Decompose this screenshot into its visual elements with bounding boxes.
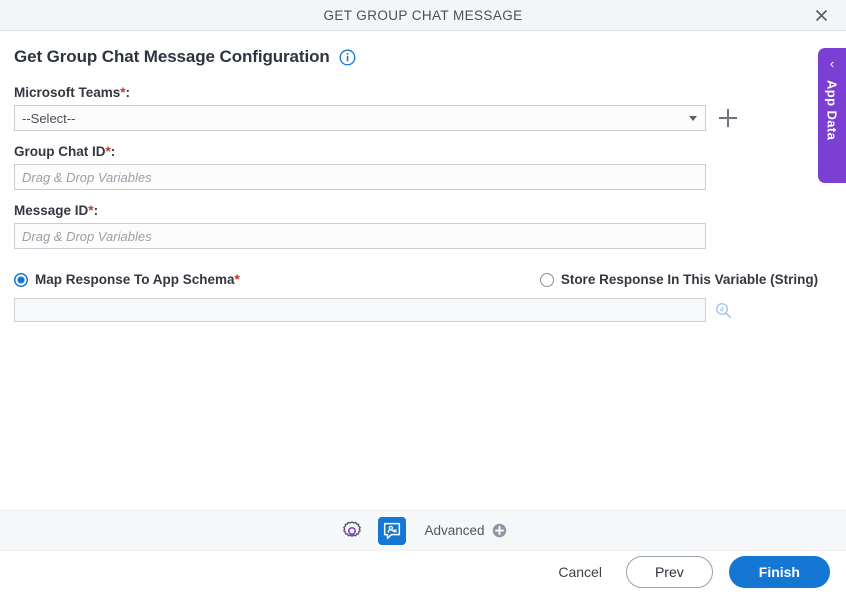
radio-map-response-to-app-schema[interactable]: Map Response To App Schema* [14,272,240,287]
settings-button[interactable] [339,518,365,544]
radio-store-response-in-variable[interactable]: Store Response In This Variable (String) [539,272,819,287]
message-id-input[interactable] [14,223,706,249]
dialog-footer: Cancel Prev Finish [0,551,846,592]
info-icon[interactable] [339,49,356,66]
window-title-bar: GET GROUP CHAT MESSAGE [0,0,846,31]
microsoft-teams-selected-value: --Select-- [22,110,76,126]
schema-picker-row [14,298,832,322]
radio-map-response-label: Map Response To App Schema* [35,272,240,287]
page-title-row: Get Group Chat Message Configuration [14,47,832,67]
add-microsoft-teams-button[interactable] [718,108,738,128]
field-message-id: Message ID*: [14,203,832,249]
radio-selected-icon [14,272,28,287]
radio-unselected-icon [539,272,554,287]
plus-circle-icon [492,523,506,538]
group-chat-id-label: Group Chat ID*: [14,144,116,159]
radio-store-response-label: Store Response In This Variable (String) [560,272,819,287]
microsoft-teams-row: --Select-- [14,105,832,131]
field-microsoft-teams: Microsoft Teams*: --Select-- [14,85,832,131]
gear-icon [343,520,362,537]
cancel-button[interactable]: Cancel [550,558,610,586]
search-icon [715,302,731,318]
chat-user-icon [384,522,401,539]
chat-message-button[interactable] [378,516,407,545]
field-group-chat-id: Group Chat ID*: [14,144,832,190]
response-option-group: Map Response To App Schema* Store Respon… [14,272,832,287]
microsoft-teams-select[interactable]: --Select-- [14,105,706,131]
app-data-tab[interactable]: ‹ App Data [818,48,846,183]
prev-button[interactable]: Prev [625,555,713,588]
message-id-label: Message ID*: [14,203,99,218]
bottom-toolbar: Advanced [0,510,846,551]
page-title: Get Group Chat Message Configuration [14,47,330,66]
close-icon [815,9,827,21]
app-data-tab-label: App Data [824,80,840,141]
schema-search-button[interactable] [714,301,732,319]
microsoft-teams-label: Microsoft Teams*: [14,85,131,100]
required-asterisk: * [234,272,240,287]
finish-button[interactable]: Finish [728,555,830,588]
chevron-left-icon: ‹ [829,56,835,71]
advanced-label: Advanced [424,523,485,538]
window-title: GET GROUP CHAT MESSAGE [323,7,523,23]
configuration-panel: Get Group Chat Message Configuration Mic… [0,31,846,497]
advanced-button[interactable]: Advanced [424,523,506,538]
group-chat-id-input[interactable] [14,164,706,190]
chevron-down-icon [689,115,697,121]
close-button[interactable] [810,4,832,26]
schema-picker-input[interactable] [14,298,706,322]
